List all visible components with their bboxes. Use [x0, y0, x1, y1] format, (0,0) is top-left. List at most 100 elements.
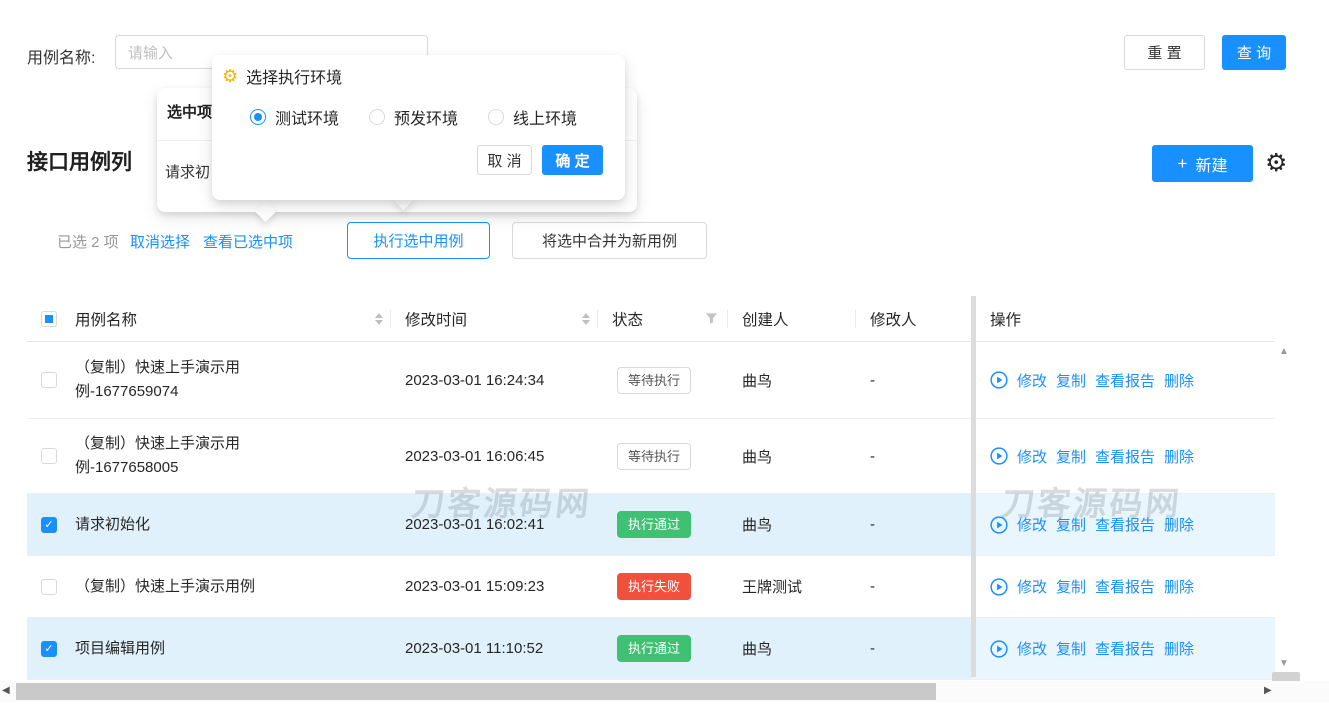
scroll-down-arrow[interactable]: ▼ [1279, 658, 1289, 669]
table-row[interactable]: （复制）快速上手演示用例 2023-03-01 15:09:23 执行失败 王牌… [27, 556, 1275, 618]
modifier: - [870, 516, 875, 533]
cancel-selection-link[interactable]: 取消选择 [130, 231, 190, 252]
col-status: 状态 [612, 308, 643, 330]
selected-count: 已选 2 项 [57, 231, 119, 252]
modified-time: 2023-03-01 16:02:41 [405, 516, 544, 533]
play-icon[interactable] [990, 640, 1008, 658]
selected-popover-title: 选中项 [167, 101, 212, 122]
row-action-link[interactable]: 复制 [1056, 373, 1086, 390]
modified-time: 2023-03-01 15:09:23 [405, 578, 544, 595]
play-icon[interactable] [990, 371, 1008, 389]
col-modifier: 修改人 [870, 308, 917, 330]
status-badge: 执行通过 [617, 511, 691, 538]
row-action-link[interactable]: 修改 [1017, 373, 1047, 390]
env-gear-icon: ⚙ [222, 66, 238, 87]
col-actions: 操作 [990, 308, 1021, 330]
row-action-link[interactable]: 复制 [1056, 517, 1086, 534]
table-row[interactable]: ✓ 请求初始化 2023-03-01 16:02:41 执行通过 曲鸟 - 修改… [27, 494, 1275, 556]
case-name: 项目编辑用例 [75, 624, 165, 674]
modified-time: 2023-03-01 11:10:52 [405, 640, 543, 657]
fixed-column-divider [971, 296, 976, 677]
row-action-link[interactable]: 复制 [1056, 641, 1086, 658]
table-row[interactable]: ✓ 项目编辑用例 2023-03-01 11:10:52 执行通过 曲鸟 - 修… [27, 618, 1275, 680]
radio-icon[interactable] [369, 109, 385, 125]
row-checkbox[interactable] [41, 448, 57, 464]
table-row[interactable]: （复制）快速上手演示用例-1677658005 2023-03-01 16:06… [27, 419, 1275, 494]
row-action-link[interactable]: 查看报告 [1095, 517, 1155, 534]
row-checkbox[interactable] [41, 579, 57, 595]
row-action-link[interactable]: 查看报告 [1095, 449, 1155, 466]
row-action-link[interactable]: 复制 [1056, 449, 1086, 466]
radio-icon-checked[interactable] [250, 109, 266, 125]
scroll-right-arrow[interactable]: ▶ [1264, 685, 1272, 696]
select-all-checkbox[interactable] [41, 311, 57, 327]
settings-gear-icon[interactable]: ⚙ [1265, 148, 1287, 178]
scroll-up-arrow[interactable]: ▲ [1279, 346, 1289, 357]
row-actions: 修改复制查看报告删除 [1017, 446, 1203, 467]
case-name: （复制）快速上手演示用例 [75, 562, 255, 612]
sort-icon[interactable] [582, 313, 590, 325]
row-action-link[interactable]: 删除 [1164, 517, 1194, 534]
creator: 王牌测试 [742, 579, 802, 596]
status-badge: 执行失败 [617, 573, 691, 600]
row-action-link[interactable]: 修改 [1017, 517, 1047, 534]
row-action-link[interactable]: 修改 [1017, 641, 1047, 658]
modified-time: 2023-03-01 16:24:34 [405, 372, 544, 389]
creator: 曲鸟 [742, 449, 772, 466]
row-checkbox[interactable]: ✓ [41, 517, 57, 533]
radio-staging-env[interactable]: 预发环境 [369, 105, 458, 129]
status-badge: 等待执行 [617, 443, 691, 470]
input-placeholder: 请输入 [128, 42, 173, 63]
horizontal-scrollbar-thumb[interactable] [16, 683, 936, 700]
table-header: 用例名称 修改时间 状态 创建人 修改人 操作 [27, 296, 1275, 342]
cancel-button[interactable]: 取 消 [477, 145, 532, 175]
reset-button[interactable]: 重 置 [1124, 35, 1205, 70]
row-action-link[interactable]: 删除 [1164, 449, 1194, 466]
row-action-link[interactable]: 删除 [1164, 579, 1194, 596]
row-action-link[interactable]: 查看报告 [1095, 579, 1155, 596]
row-actions: 修改复制查看报告删除 [1017, 514, 1203, 535]
row-actions: 修改复制查看报告删除 [1017, 370, 1203, 391]
col-creator: 创建人 [742, 308, 789, 330]
row-action-link[interactable]: 删除 [1164, 641, 1194, 658]
row-action-link[interactable]: 修改 [1017, 579, 1047, 596]
modifier: - [870, 578, 875, 595]
modified-time: 2023-03-01 16:06:45 [405, 448, 544, 465]
creator: 曲鸟 [742, 517, 772, 534]
new-case-button[interactable]: + 新建 [1152, 145, 1253, 182]
view-selected-link[interactable]: 查看已选中项 [203, 231, 293, 252]
row-actions: 修改复制查看报告删除 [1017, 576, 1203, 597]
run-selected-button[interactable]: 执行选中用例 [347, 222, 490, 259]
row-action-link[interactable]: 删除 [1164, 373, 1194, 390]
scroll-left-arrow[interactable]: ◀ [2, 685, 10, 696]
row-actions: 修改复制查看报告删除 [1017, 638, 1203, 659]
play-icon[interactable] [990, 516, 1008, 534]
row-action-link[interactable]: 复制 [1056, 579, 1086, 596]
case-name: （复制）快速上手演示用例-1677658005 [75, 419, 257, 493]
query-button[interactable]: 查 询 [1222, 35, 1286, 70]
row-checkbox[interactable] [41, 372, 57, 388]
play-icon[interactable] [990, 578, 1008, 596]
table-body: （复制）快速上手演示用例-1677659074 2023-03-01 16:24… [27, 342, 1275, 680]
sort-icon[interactable] [375, 313, 383, 325]
plus-icon: + [1178, 154, 1188, 174]
radio-test-env[interactable]: 测试环境 [250, 105, 339, 129]
case-name: 请求初始化 [75, 500, 150, 550]
merge-selected-button[interactable]: 将选中合并为新用例 [512, 222, 707, 259]
case-name-label: 用例名称: [27, 44, 95, 68]
filter-icon[interactable] [705, 312, 718, 325]
radio-prod-env[interactable]: 线上环境 [488, 105, 577, 129]
play-icon[interactable] [990, 447, 1008, 465]
table-row[interactable]: （复制）快速上手演示用例-1677659074 2023-03-01 16:24… [27, 342, 1275, 419]
confirm-button[interactable]: 确 定 [542, 145, 603, 175]
selected-popover-item: 请求初 [165, 161, 210, 182]
col-name: 用例名称 [75, 308, 137, 330]
row-action-link[interactable]: 查看报告 [1095, 641, 1155, 658]
case-table: 用例名称 修改时间 状态 创建人 修改人 操作 （复制）快速上手演示用例-167… [27, 296, 1275, 680]
row-action-link[interactable]: 修改 [1017, 449, 1047, 466]
modifier: - [870, 640, 875, 657]
row-action-link[interactable]: 查看报告 [1095, 373, 1155, 390]
radio-icon[interactable] [488, 109, 504, 125]
modifier: - [870, 372, 875, 389]
row-checkbox[interactable]: ✓ [41, 641, 57, 657]
